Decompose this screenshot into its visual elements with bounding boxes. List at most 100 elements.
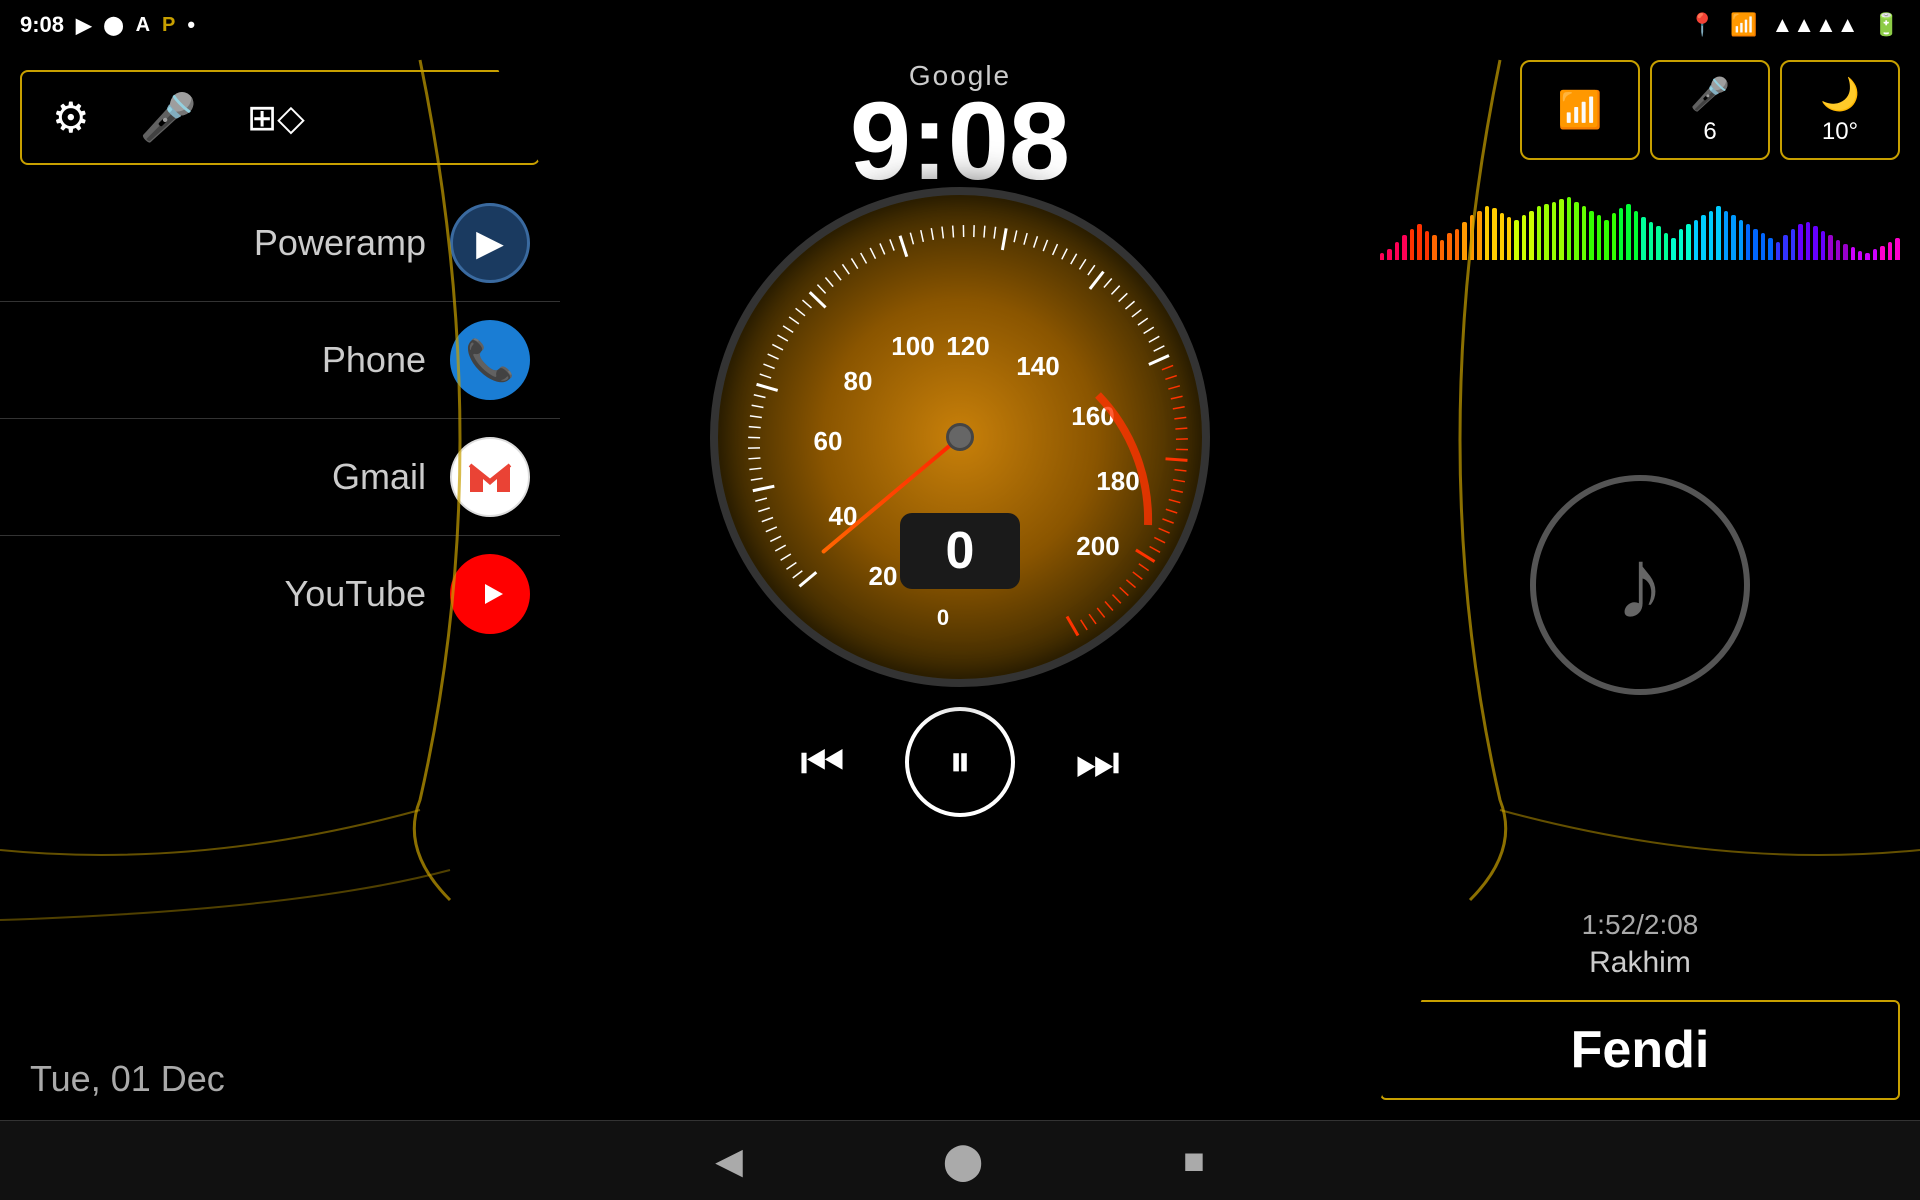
svg-text:0: 0 bbox=[937, 605, 949, 630]
eq-bar bbox=[1739, 220, 1743, 261]
eq-bar bbox=[1529, 211, 1533, 261]
weather-widget[interactable]: 🌙 10° bbox=[1780, 60, 1900, 160]
eq-bar bbox=[1761, 233, 1765, 260]
eq-bar bbox=[1776, 242, 1780, 260]
signal-icon: ▲▲▲▲ bbox=[1771, 12, 1858, 38]
eq-bar bbox=[1387, 249, 1391, 260]
speedometer-face: 120 140 160 180 200 100 80 60 40 20 0 bbox=[710, 187, 1210, 687]
dot-icon: ⬤ bbox=[103, 15, 123, 36]
eq-bar bbox=[1402, 235, 1406, 260]
eq-bar bbox=[1522, 215, 1526, 260]
eq-bar bbox=[1470, 215, 1474, 260]
apps-grid-icon[interactable]: ⊞◇ bbox=[247, 97, 305, 139]
eq-bar bbox=[1619, 208, 1623, 260]
eq-bar bbox=[1514, 220, 1518, 261]
track-info: 1:52/2:08 Rakhim bbox=[1360, 899, 1920, 990]
eq-bar bbox=[1768, 238, 1772, 261]
svg-text:180: 180 bbox=[1096, 466, 1139, 496]
back-button[interactable]: ◀ bbox=[715, 1140, 743, 1182]
eq-bar bbox=[1440, 240, 1444, 260]
eq-bar bbox=[1477, 211, 1481, 261]
eq-bar bbox=[1798, 224, 1802, 260]
speedometer: 120 140 160 180 200 100 80 60 40 20 0 bbox=[710, 187, 1210, 687]
eq-bar bbox=[1791, 229, 1795, 261]
eq-bar bbox=[1836, 240, 1840, 260]
status-bar: 9:08 ▶ ⬤ A P • 📍 📶 ▲▲▲▲ 🔋 bbox=[0, 0, 1920, 50]
eq-bar bbox=[1671, 238, 1675, 261]
mic-widget-value: 6 bbox=[1703, 118, 1716, 146]
eq-bar bbox=[1873, 249, 1877, 260]
track-artist: Rakhim bbox=[1380, 946, 1900, 980]
eq-bar bbox=[1380, 253, 1384, 260]
eq-bar bbox=[1597, 215, 1601, 260]
eq-bar bbox=[1574, 202, 1578, 261]
wifi-widget[interactable]: 📶 bbox=[1520, 60, 1640, 160]
gmail-label: Gmail bbox=[332, 456, 426, 498]
recents-button[interactable]: ■ bbox=[1183, 1140, 1205, 1182]
home-button[interactable]: ⬤ bbox=[943, 1140, 983, 1182]
svg-text:60: 60 bbox=[814, 426, 843, 456]
eq-bar bbox=[1432, 235, 1436, 260]
eq-bar bbox=[1731, 215, 1735, 260]
speed-value: 0 bbox=[946, 522, 975, 580]
next-button[interactable]: ⏭ bbox=[1075, 733, 1120, 792]
needle-center bbox=[946, 423, 974, 451]
status-time: 9:08 bbox=[20, 12, 64, 38]
eq-bar bbox=[1500, 213, 1504, 260]
eq-bar bbox=[1724, 211, 1728, 261]
settings-icon[interactable]: ⚙ bbox=[52, 93, 90, 142]
eq-bar bbox=[1582, 206, 1586, 260]
eq-bar bbox=[1417, 224, 1421, 260]
poweramp-label: Poweramp bbox=[254, 222, 426, 264]
eq-bar bbox=[1552, 202, 1556, 261]
eq-bar bbox=[1612, 213, 1616, 260]
bottom-nav: ◀ ⬤ ■ bbox=[0, 1120, 1920, 1200]
equalizer bbox=[1360, 170, 1920, 270]
eq-bar bbox=[1626, 204, 1630, 260]
music-icon-area: ♪ bbox=[1360, 270, 1920, 899]
eq-bar bbox=[1709, 211, 1713, 261]
mic-widget[interactable]: 🎤 6 bbox=[1650, 60, 1770, 160]
eq-bar bbox=[1686, 224, 1690, 260]
eq-bar bbox=[1492, 208, 1496, 260]
eq-bar bbox=[1813, 226, 1817, 260]
play-icon: ▶ bbox=[76, 13, 91, 38]
a-icon: A bbox=[136, 14, 150, 37]
wifi-widget-icon: 📶 bbox=[1558, 89, 1603, 131]
svg-text:100: 100 bbox=[891, 331, 934, 361]
eq-bar bbox=[1753, 229, 1757, 261]
eq-bar bbox=[1656, 226, 1660, 260]
eq-bar bbox=[1641, 217, 1645, 260]
svg-text:20: 20 bbox=[869, 561, 898, 591]
eq-bar bbox=[1783, 235, 1787, 260]
youtube-label: YouTube bbox=[285, 573, 426, 615]
eq-bar bbox=[1634, 211, 1638, 261]
eq-bar bbox=[1851, 247, 1855, 260]
temp-value: 10° bbox=[1822, 118, 1858, 146]
pause-button[interactable]: ⏸ bbox=[905, 707, 1015, 817]
track-title-banner: Fendi bbox=[1380, 1000, 1900, 1100]
eq-bar bbox=[1485, 206, 1489, 260]
widgets-row: 📶 🎤 6 🌙 10° bbox=[1360, 50, 1920, 170]
media-controls: ⏮ ⏸ ⏭ bbox=[800, 707, 1120, 817]
dot2-icon: • bbox=[187, 12, 195, 38]
eq-bar bbox=[1410, 229, 1414, 261]
microphone-icon[interactable]: 🎤 bbox=[140, 90, 197, 145]
phone-label: Phone bbox=[322, 339, 426, 381]
eq-bar bbox=[1507, 217, 1511, 260]
eq-bar bbox=[1858, 251, 1862, 260]
eq-bar bbox=[1880, 246, 1884, 260]
eq-bar bbox=[1679, 229, 1683, 261]
eq-bar bbox=[1567, 197, 1571, 260]
center-panel: Google 9:08 120 140 160 bbox=[420, 50, 1500, 1120]
music-icon[interactable]: ♪ bbox=[1530, 475, 1750, 695]
eq-bar bbox=[1828, 235, 1832, 260]
eq-bar bbox=[1447, 233, 1451, 260]
eq-bar bbox=[1806, 222, 1810, 260]
eq-bar bbox=[1843, 244, 1847, 260]
prev-button[interactable]: ⏮ bbox=[800, 733, 845, 792]
location-icon: 📍 bbox=[1689, 12, 1716, 38]
google-time-area: Google 9:08 bbox=[850, 50, 1070, 197]
eq-bar bbox=[1537, 206, 1541, 260]
eq-bar bbox=[1716, 206, 1720, 260]
